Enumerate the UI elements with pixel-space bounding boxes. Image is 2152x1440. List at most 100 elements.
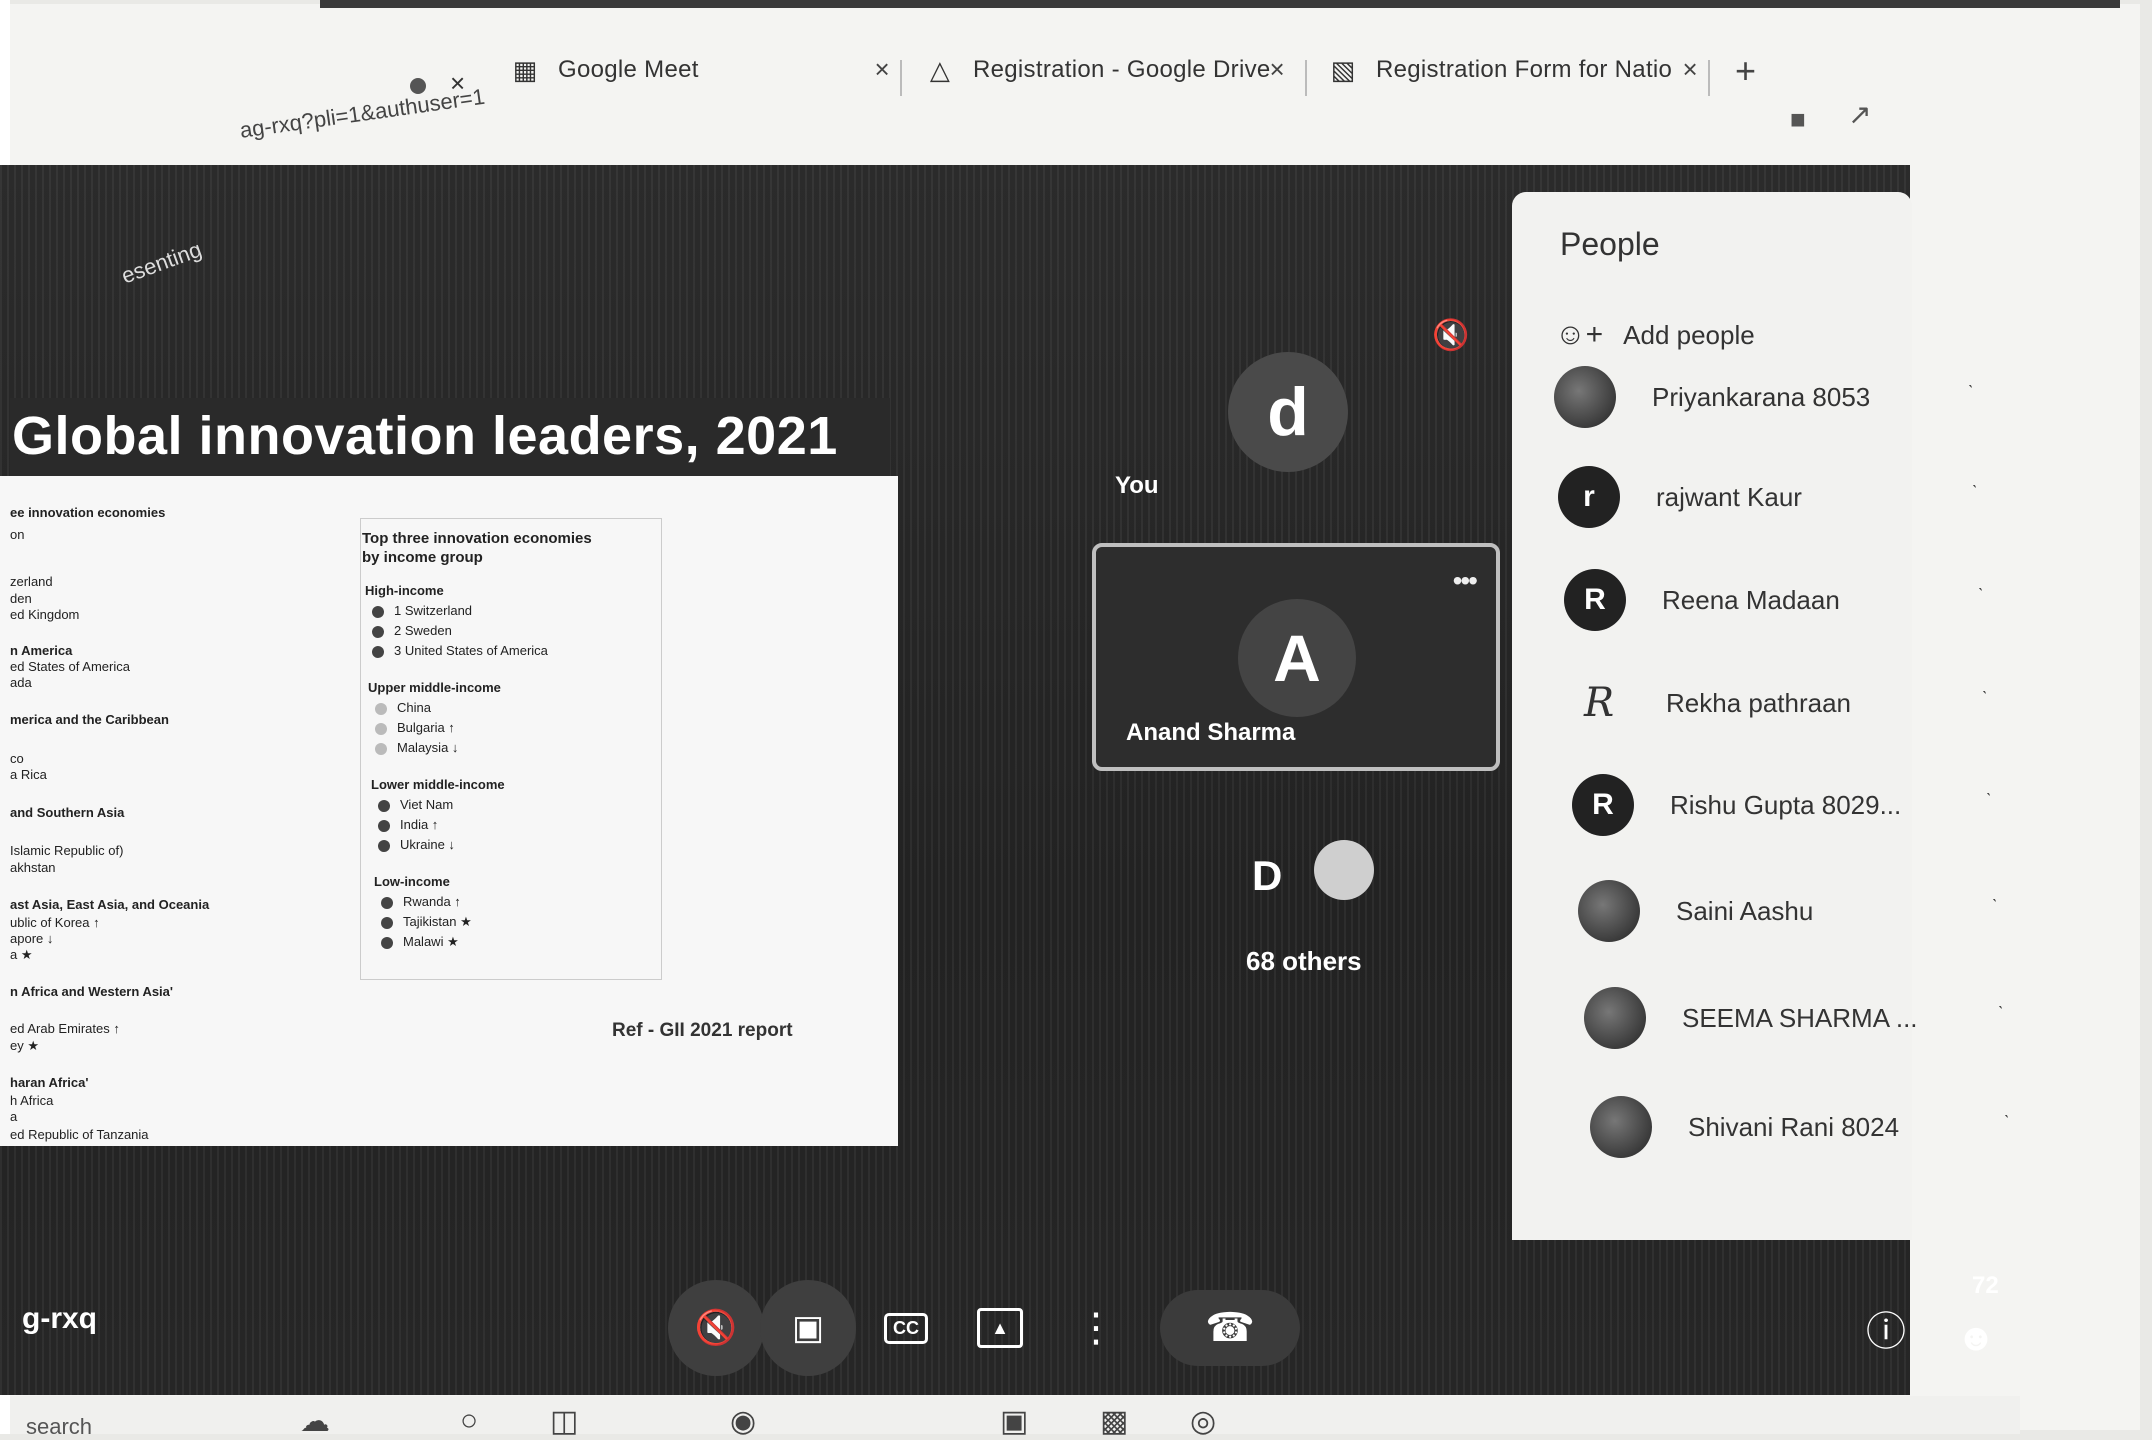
slide-line: ed States of America [10, 659, 130, 674]
income-group-item-text: 1 Switzerland [394, 603, 473, 618]
people-icon: ☻ [1956, 1316, 1996, 1359]
captions-button[interactable]: CC [858, 1280, 954, 1376]
slide-line: zerland [10, 574, 53, 589]
income-group-item-text: Malawi ★ [403, 934, 459, 949]
income-group-label: High-income [365, 583, 444, 598]
present-screen-button[interactable]: ▲ [952, 1280, 1048, 1376]
add-person-icon: ☺+ [1555, 318, 1604, 351]
slide-line: on [10, 527, 25, 542]
taskbar-search[interactable]: search [26, 1414, 92, 1440]
slide-line: den [10, 591, 32, 606]
add-people-button[interactable]: ☺+ Add people [1555, 318, 1755, 352]
more-vert-icon: ⋮ [1076, 1306, 1116, 1350]
participant-list-item[interactable]: R Rekha pathraan ˎ [1568, 668, 1988, 738]
participant-list-item[interactable]: R Reena Madaan ˎ [1564, 565, 1984, 635]
income-group-label: Low-income [374, 874, 450, 889]
participant-list-item[interactable]: Priyankarana 8053 ˎ [1554, 362, 1974, 432]
search-icon[interactable]: ○ [460, 1404, 478, 1438]
rank-badge-icon [381, 936, 393, 949]
forms-icon: ▧ [1330, 54, 1356, 85]
tab-google-meet[interactable]: ▦ Google Meet × [510, 40, 890, 100]
box-heading: Top three innovation economies [362, 530, 592, 547]
participant-name: Saini Aashu [1676, 895, 1814, 926]
share-icon[interactable]: ↗ [1848, 98, 1871, 131]
camera-off-icon: ▣ [791, 1309, 825, 1347]
participant-list-item[interactable]: r rajwant Kaur ˎ [1558, 462, 1978, 532]
slide-line: h Africa [10, 1093, 54, 1108]
more-options-button[interactable]: ⋮ [1048, 1280, 1144, 1376]
rank-badge-icon [375, 742, 387, 755]
rank-badge-icon [381, 896, 393, 909]
income-group-item: Viet Nam [378, 797, 453, 812]
camera-icon[interactable]: ■ [1790, 104, 1806, 135]
income-group-item-text: Malaysia ↓ [397, 740, 459, 755]
avatar [1584, 987, 1646, 1049]
slide-line: a ★ [10, 947, 33, 962]
avatar: R [1583, 680, 1615, 726]
others-count-label[interactable]: 68 others [1246, 946, 1362, 977]
mic-toggle-button[interactable]: 🔇 [668, 1280, 764, 1376]
rank-badge-icon [378, 819, 390, 832]
participant-list-item[interactable]: SEEMA SHARMA ... ˎ [1584, 983, 2004, 1053]
avatar: d [1228, 352, 1348, 472]
participant-name: Rekha pathraan [1666, 687, 1852, 718]
slide-line: a Rica [10, 767, 47, 782]
avatar [1590, 1096, 1652, 1158]
income-group-item: India ↑ [378, 817, 438, 832]
more-options-icon[interactable]: ••• [1453, 565, 1478, 597]
income-group-item-text: Bulgaria ↑ [397, 720, 455, 735]
tab-registration-form[interactable]: ▧ Registration Form for Natio × [1328, 40, 1698, 100]
avatar [1578, 880, 1640, 942]
tab-registration-drive[interactable]: △ Registration - Google Drive × [925, 40, 1285, 100]
screen-bezel [320, 0, 2120, 8]
tab-label: Registration - Google Drive [973, 56, 1271, 83]
tab-close-icon[interactable]: × [875, 54, 890, 85]
people-button[interactable]: ☻ [1928, 1290, 2024, 1386]
slide-title: Global innovation leaders, 2021 [12, 406, 838, 466]
participant-list-item[interactable]: R Rishu Gupta 8029... ˎ [1572, 770, 1992, 840]
income-group-item: Rwanda ↑ [381, 894, 461, 909]
income-group-item-text: 2 Sweden [394, 623, 452, 638]
rank-badge-icon [378, 799, 390, 812]
others-avatar: D [1252, 852, 1283, 899]
avatar [1554, 366, 1616, 428]
income-group-item: 2 Sweden [372, 623, 452, 638]
slide-line: haran Africa' [10, 1075, 89, 1090]
pinned-participant-tile[interactable]: ••• A Anand Sharma [1092, 543, 1500, 771]
participant-name: SEEMA SHARMA ... [1682, 1002, 1918, 1033]
slide-line: ee innovation economies [10, 505, 166, 520]
income-group-item-text: Ukraine ↓ [400, 837, 455, 852]
slide-line: ada [10, 675, 32, 690]
meet-icon: ▦ [512, 54, 538, 85]
slide-line: ast Asia, East Asia, and Oceania [10, 897, 210, 912]
tab-close-icon[interactable]: × [1270, 54, 1285, 85]
add-people-label: Add people [1623, 319, 1755, 350]
rank-badge-icon [375, 722, 387, 735]
meeting-code: g-rxq [22, 1302, 97, 1335]
participant-name: Reena Madaan [1662, 584, 1840, 615]
meeting-info-button[interactable]: ⓘ [1838, 1280, 1934, 1376]
rank-badge-icon [372, 645, 384, 658]
income-group-item-text: Rwanda ↑ [403, 894, 461, 909]
tab-separator [1708, 60, 1710, 96]
mic-indicator-icon: ˎ [1998, 989, 2004, 1009]
participant-list-item[interactable]: Shivani Rani 8024 ˎ [1590, 1092, 2010, 1162]
camera-toggle-button[interactable]: ▣ [760, 1280, 856, 1376]
slide-line: akhstan [10, 860, 56, 875]
participant-name: Priyankarana 8053 [1652, 381, 1871, 412]
new-tab-button[interactable]: + [1735, 50, 1756, 92]
others-thumbnail [1314, 840, 1374, 900]
participant-list-item[interactable]: Saini Aashu ˎ [1578, 876, 1998, 946]
slide-line: ed Arab Emirates ↑ [10, 1021, 120, 1036]
tab-label: Registration Form for Natio [1376, 56, 1673, 83]
drive-icon: △ [929, 54, 951, 85]
tab-close-icon[interactable]: × [1683, 54, 1698, 85]
mic-indicator-icon: ˎ [1972, 468, 1978, 488]
income-group-item: Bulgaria ↑ [375, 720, 455, 735]
mic-indicator-icon: ˎ [1986, 776, 1992, 796]
avatar: A [1238, 599, 1356, 717]
end-call-button[interactable]: ☎ [1160, 1290, 1300, 1366]
income-group-item: Malaysia ↓ [375, 740, 458, 755]
income-group-item: China [375, 700, 431, 715]
income-group-item: Malawi ★ [381, 934, 459, 950]
